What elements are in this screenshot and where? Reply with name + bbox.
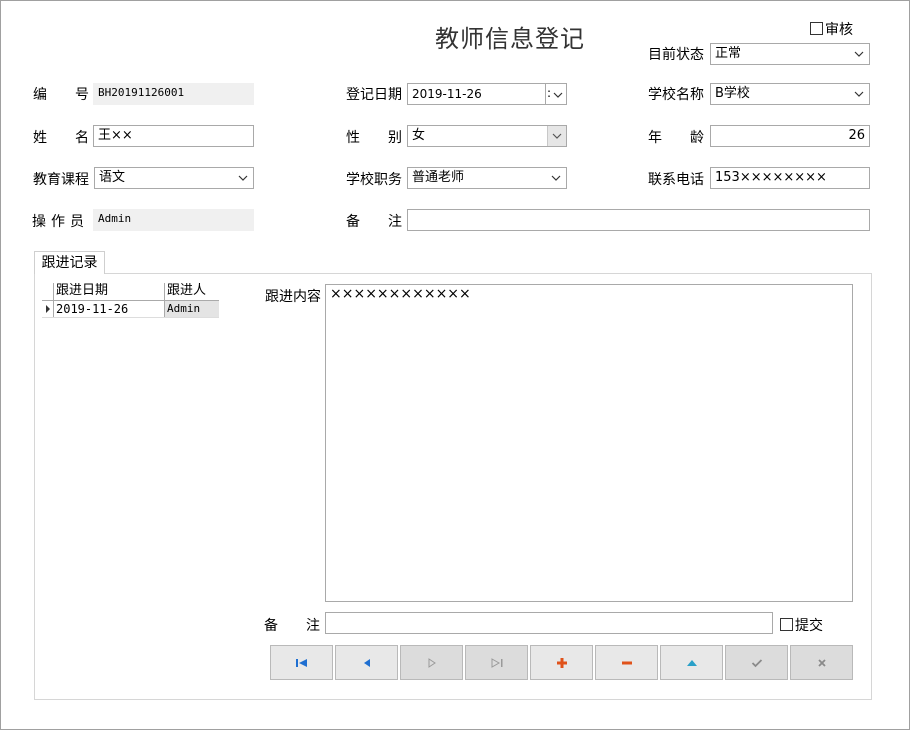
- operator-field[interactable]: Admin: [93, 209, 254, 231]
- table-row[interactable]: 2019-11-26 Admin: [42, 301, 219, 318]
- submit-check-box[interactable]: [780, 618, 793, 631]
- tab-followup[interactable]: 跟进记录: [34, 251, 105, 274]
- audit-label: 审核: [825, 22, 853, 38]
- next-record-button[interactable]: [400, 645, 463, 680]
- chevron-down-icon: [553, 92, 563, 98]
- last-record-button[interactable]: [465, 645, 528, 680]
- course-value: 语文: [99, 170, 126, 185]
- date-picker-separator: :: [547, 86, 552, 100]
- first-record-button[interactable]: [270, 645, 333, 680]
- prev-record-button[interactable]: [335, 645, 398, 680]
- cancel-record-button[interactable]: [790, 645, 853, 680]
- name-field[interactable]: 王××: [93, 125, 254, 147]
- audit-checkbox[interactable]: 审核: [810, 19, 853, 39]
- status-select[interactable]: 正常: [710, 43, 870, 65]
- last-icon: [491, 657, 502, 668]
- status-value: 正常: [715, 46, 742, 61]
- number-label: 编号: [33, 87, 89, 103]
- date-picker-button[interactable]: :: [545, 83, 567, 105]
- age-field[interactable]: 26: [710, 125, 870, 147]
- first-icon: [295, 658, 307, 667]
- remark-label: 备注: [346, 214, 402, 230]
- check-icon: [751, 658, 762, 667]
- status-label: 目前状态: [648, 47, 704, 63]
- grid-header-row: 跟进日期 跟进人: [42, 283, 219, 301]
- reg-date-field[interactable]: 2019-11-26: [407, 83, 546, 105]
- gender-select[interactable]: 女: [407, 125, 567, 147]
- remark-field[interactable]: [407, 209, 870, 231]
- delete-record-button[interactable]: [595, 645, 658, 680]
- duty-select[interactable]: 普通老师: [407, 167, 567, 189]
- duty-label: 学校职务: [346, 172, 402, 188]
- plus-icon: [556, 657, 567, 668]
- form-window: 教师信息登记 审核 目前状态 正常 编号 BH20191126001 登记日期 …: [0, 0, 910, 730]
- cross-icon: [817, 658, 826, 667]
- row-indicator-icon: [42, 301, 54, 317]
- operator-label: 操作员: [32, 214, 84, 230]
- grid-indicator-header: [42, 283, 54, 300]
- followup-grid[interactable]: 跟进日期 跟进人 2019-11-26 Admin: [42, 283, 219, 318]
- chevron-down-icon[interactable]: [237, 171, 249, 185]
- submit-label: 提交: [795, 618, 823, 634]
- prev-icon: [363, 658, 370, 667]
- next-icon: [428, 657, 436, 668]
- school-name-select[interactable]: B学校: [710, 83, 870, 105]
- chevron-down-icon[interactable]: [853, 87, 865, 101]
- grid-cell-date[interactable]: 2019-11-26: [54, 301, 165, 317]
- edit-record-button[interactable]: [660, 645, 723, 680]
- duty-value: 普通老师: [412, 170, 465, 185]
- page-title: 教师信息登记: [435, 25, 585, 53]
- reg-date-label: 登记日期: [346, 87, 402, 103]
- course-label: 教育课程: [33, 172, 89, 188]
- audit-check-box[interactable]: [810, 22, 823, 35]
- followup-remark-label: 备注: [264, 618, 320, 634]
- grid-cell-person[interactable]: Admin: [165, 301, 219, 317]
- phone-label: 联系电话: [648, 172, 704, 188]
- course-select[interactable]: 语文: [94, 167, 254, 189]
- post-record-button[interactable]: [725, 645, 788, 680]
- chevron-down-icon[interactable]: [550, 171, 562, 185]
- submit-checkbox[interactable]: 提交: [780, 615, 823, 635]
- grid-header-date[interactable]: 跟进日期: [54, 283, 165, 300]
- gender-label: 性别: [346, 130, 402, 146]
- followup-remark-field[interactable]: [325, 612, 773, 634]
- grid-header-person[interactable]: 跟进人: [165, 283, 219, 300]
- minus-icon: [621, 661, 632, 664]
- name-label: 姓名: [33, 130, 89, 146]
- school-name-value: B学校: [715, 86, 750, 101]
- age-label: 年龄: [648, 130, 704, 146]
- followup-content-textarea[interactable]: ××××××××××××: [325, 284, 853, 602]
- chevron-down-icon[interactable]: [547, 126, 566, 146]
- followup-content-label: 跟进内容: [265, 289, 321, 305]
- phone-field[interactable]: 153××××××××: [710, 167, 870, 189]
- number-field[interactable]: BH20191126001: [93, 83, 254, 105]
- add-record-button[interactable]: [530, 645, 593, 680]
- gender-value: 女: [412, 128, 426, 143]
- up-icon: [686, 659, 697, 666]
- school-name-label: 学校名称: [648, 87, 704, 103]
- chevron-down-icon[interactable]: [853, 47, 865, 61]
